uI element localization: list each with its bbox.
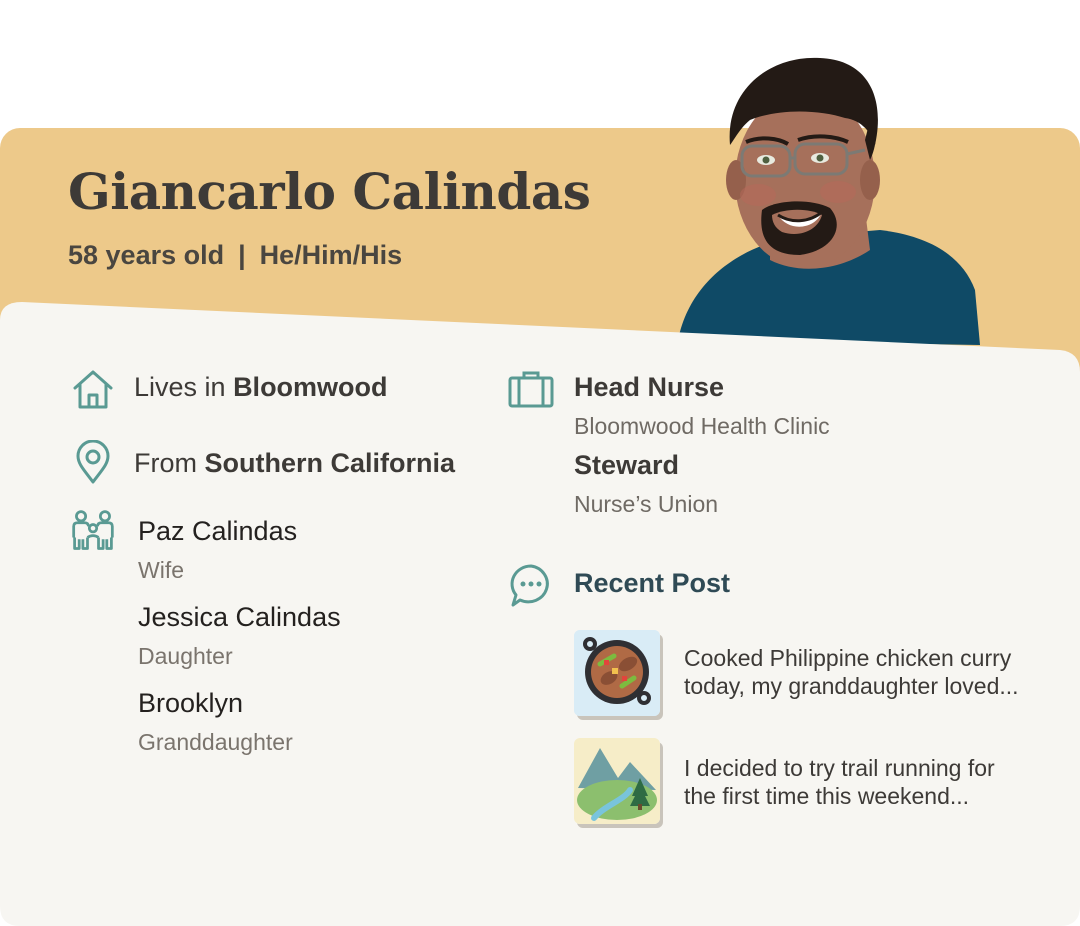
family-member: Paz Calindas Wife [138,516,297,584]
from-text: From Southern California [134,448,455,479]
lives-in-text: Lives in Bloomwood [134,372,388,403]
family-member: Brooklyn Granddaughter [138,688,293,756]
mountain-trail-icon[interactable] [574,738,660,824]
work-title: Steward [574,450,680,480]
lives-in-row: Lives in Bloomwood [70,366,388,412]
post-preview-line: Cooked Philippine chicken curry [684,645,1012,671]
work-entry: Head Nurse Bloomwood Health Clinic [574,372,830,440]
recent-post-title: Recent Post [574,568,731,598]
work-org: Nurse’s Union [574,491,719,517]
family-member-role: Daughter [138,643,233,669]
location-pin-icon [76,440,110,484]
lives-prefix: Lives in [134,372,234,402]
chat-bubble-icon [510,564,549,607]
from-place: Southern California [204,448,456,478]
family-member-name: Paz Calindas [138,516,298,546]
family-member-role: Granddaughter [138,729,293,755]
family-member-name: Jessica Calindas [138,602,341,632]
curry-pan-icon[interactable] [574,630,660,716]
post-preview[interactable]: I decided to try trail running for the f… [684,754,1044,810]
work-title: Head Nurse [574,372,725,402]
post-preview-line: the first time this weekend... [684,783,970,809]
work-org: Bloomwood Health Clinic [574,413,830,439]
work-entry: Steward Nurse’s Union [574,450,718,518]
family-icon [72,510,114,550]
post-preview-line: I decided to try trail running for [684,755,995,781]
lives-place: Bloomwood [233,372,388,402]
family-member: Jessica Calindas Daughter [138,602,341,670]
family-member-name: Brooklyn [138,688,244,718]
post-preview-line: today, my granddaughter loved... [684,673,1019,699]
briefcase-icon [508,371,554,408]
family-member-role: Wife [138,557,184,583]
house-icon [73,370,113,409]
from-row: From Southern California [70,440,455,486]
post-preview[interactable]: Cooked Philippine chicken curry today, m… [684,644,1044,700]
from-prefix: From [134,448,205,478]
